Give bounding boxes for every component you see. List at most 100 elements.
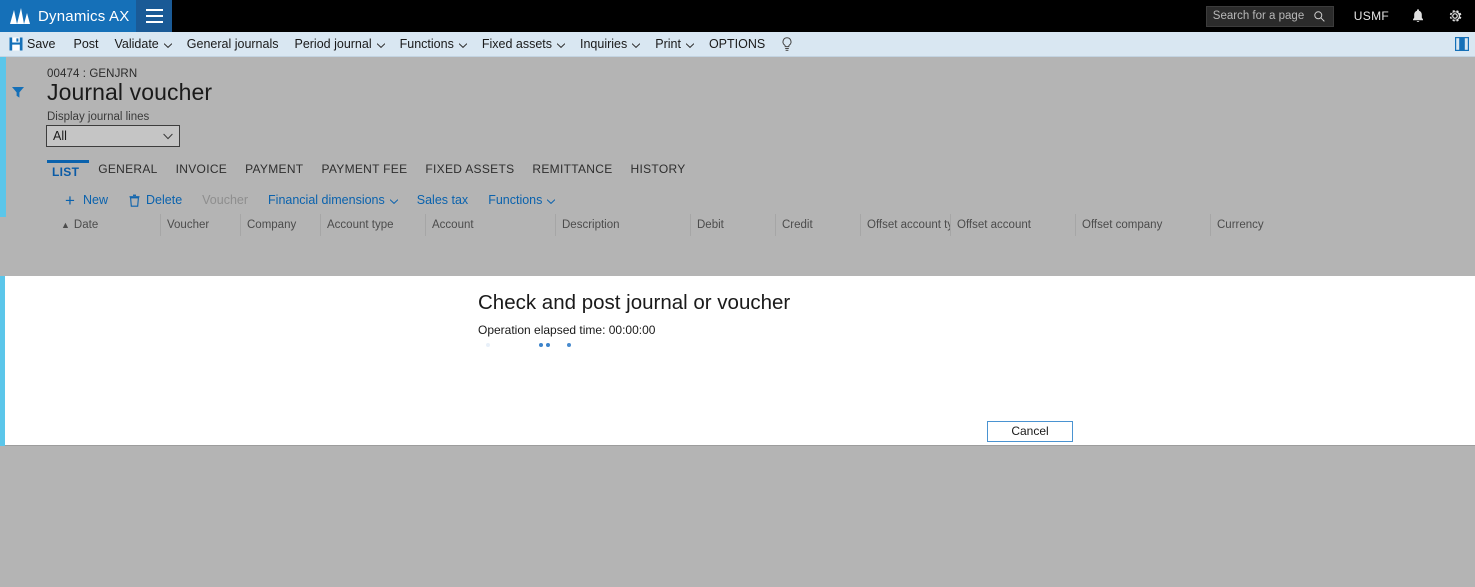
tab-payment-fee[interactable]: PAYMENT FEE [312,160,416,182]
grid-column-label: Account [432,219,474,231]
chevron-down-icon [163,133,173,140]
new-label: New [83,193,108,207]
grid-column-header[interactable]: Offset account [950,214,1075,236]
options-label: OPTIONS [709,37,765,51]
tab-payment[interactable]: PAYMENT [236,160,312,182]
form-tab-strip: LIST GENERAL INVOICE PAYMENT PAYMENT FEE… [47,160,695,182]
tab-payment-label: PAYMENT [245,162,303,176]
chevron-down-icon [377,43,384,48]
lightbulb-icon [781,37,793,52]
fixed-assets-label: Fixed assets [482,37,552,51]
progress-dialog: Check and post journal or voucher Operat… [0,276,1475,446]
delete-label: Delete [146,193,182,207]
new-button[interactable]: + New [55,193,118,207]
gear-icon[interactable] [1447,8,1463,24]
functions-menu[interactable]: Functions [392,32,474,57]
print-label: Print [655,37,681,51]
inquiries-menu[interactable]: Inquiries [572,32,647,57]
search-box[interactable] [1206,6,1334,27]
grid-column-header[interactable]: Debit [690,214,775,236]
brand-area[interactable]: Dynamics AX [0,0,136,32]
sales-tax-button[interactable]: Sales tax [407,193,478,207]
grid-column-headers: ▲ Date Voucher Company Account type Acco… [55,214,1470,236]
company-label[interactable]: USMF [1354,9,1389,23]
grid-column-label: Account type [327,219,393,231]
chevron-down-icon [390,199,397,204]
tab-invoice-label: INVOICE [176,162,227,176]
grid-column-header[interactable]: Company [240,214,320,236]
tab-invoice[interactable]: INVOICE [167,160,236,182]
chevron-down-icon [686,43,693,48]
display-journal-lines-select[interactable]: All [46,125,180,147]
grid-column-header[interactable]: Currency [1210,214,1295,236]
save-button[interactable]: Save [0,32,66,57]
dialog-button-row: Cancel [0,421,1475,446]
progress-dot [546,343,550,347]
tab-remittance-label: REMITTANCE [532,162,612,176]
validate-label: Validate [115,37,159,51]
brand-name: Dynamics AX [38,8,129,25]
search-input[interactable] [1213,10,1313,22]
sort-ascending-icon: ▲ [61,220,70,230]
filter-funnel-icon[interactable] [10,84,26,100]
tab-general[interactable]: GENERAL [89,160,166,182]
command-bar-right-group [1455,37,1475,51]
dialog-elapsed-time: Operation elapsed time: 00:00:00 [478,323,655,337]
general-journals-button[interactable]: General journals [179,32,287,57]
tab-history-label: HISTORY [631,162,686,176]
topbar-right-group: USMF [1206,0,1475,32]
tab-history[interactable]: HISTORY [622,160,695,182]
grid-column-label: Offset account [957,219,1031,231]
grid-column-label: Currency [1217,219,1264,231]
tab-list[interactable]: LIST [47,160,89,182]
tab-list-label: LIST [52,165,79,179]
progress-dot [539,343,543,347]
grid-column-header[interactable]: Offset account type [860,214,950,236]
chevron-down-icon [547,199,554,204]
tab-fixed-assets-label: FIXED ASSETS [425,162,514,176]
hamburger-menu-icon[interactable] [136,0,172,32]
grid-column-header[interactable]: Offset company [1075,214,1210,236]
validate-menu[interactable]: Validate [107,32,179,57]
voucher-label: Voucher [202,193,248,207]
grid-column-label: Offset company [1082,219,1162,231]
progress-dot [486,343,490,347]
grid-column-header[interactable]: ▲ Date [55,214,160,236]
inquiries-label: Inquiries [580,37,627,51]
grid-column-label: Company [247,219,296,231]
search-icon[interactable] [1313,10,1326,23]
bell-icon[interactable] [1411,8,1425,24]
period-journal-label: Period journal [294,37,371,51]
post-button[interactable]: Post [66,32,107,57]
grid-column-header[interactable]: Account type [320,214,425,236]
grid-column-header[interactable]: Account [425,214,555,236]
cancel-button[interactable]: Cancel [987,421,1073,442]
top-navigation-bar: Dynamics AX USMF [0,0,1475,32]
trash-icon [128,194,141,207]
grid-column-label: Voucher [167,219,209,231]
fixed-assets-menu[interactable]: Fixed assets [474,32,572,57]
post-label: Post [74,37,99,51]
progress-dots [482,340,592,352]
grid-column-header[interactable]: Credit [775,214,860,236]
chevron-down-icon [164,43,171,48]
period-journal-menu[interactable]: Period journal [286,32,391,57]
delete-button[interactable]: Delete [118,193,192,207]
grid-column-header[interactable]: Description [555,214,690,236]
grid-functions-menu[interactable]: Functions [478,193,564,207]
financial-dimensions-label: Financial dimensions [268,193,385,207]
save-label: Save [27,37,56,51]
command-bar: Save Post Validate General journals Peri… [0,32,1475,57]
plus-icon: + [65,194,78,207]
tab-general-label: GENERAL [98,162,157,176]
grid-column-label: Credit [782,219,813,231]
options-tab[interactable]: OPTIONS [701,32,773,57]
help-button[interactable] [773,32,801,57]
tab-fixed-assets[interactable]: FIXED ASSETS [416,160,523,182]
print-menu[interactable]: Print [647,32,701,57]
grid-column-header[interactable]: Voucher [160,214,240,236]
open-pane-icon[interactable] [1455,37,1469,51]
financial-dimensions-menu[interactable]: Financial dimensions [258,193,407,207]
tab-remittance[interactable]: REMITTANCE [523,160,621,182]
chevron-down-icon [632,43,639,48]
